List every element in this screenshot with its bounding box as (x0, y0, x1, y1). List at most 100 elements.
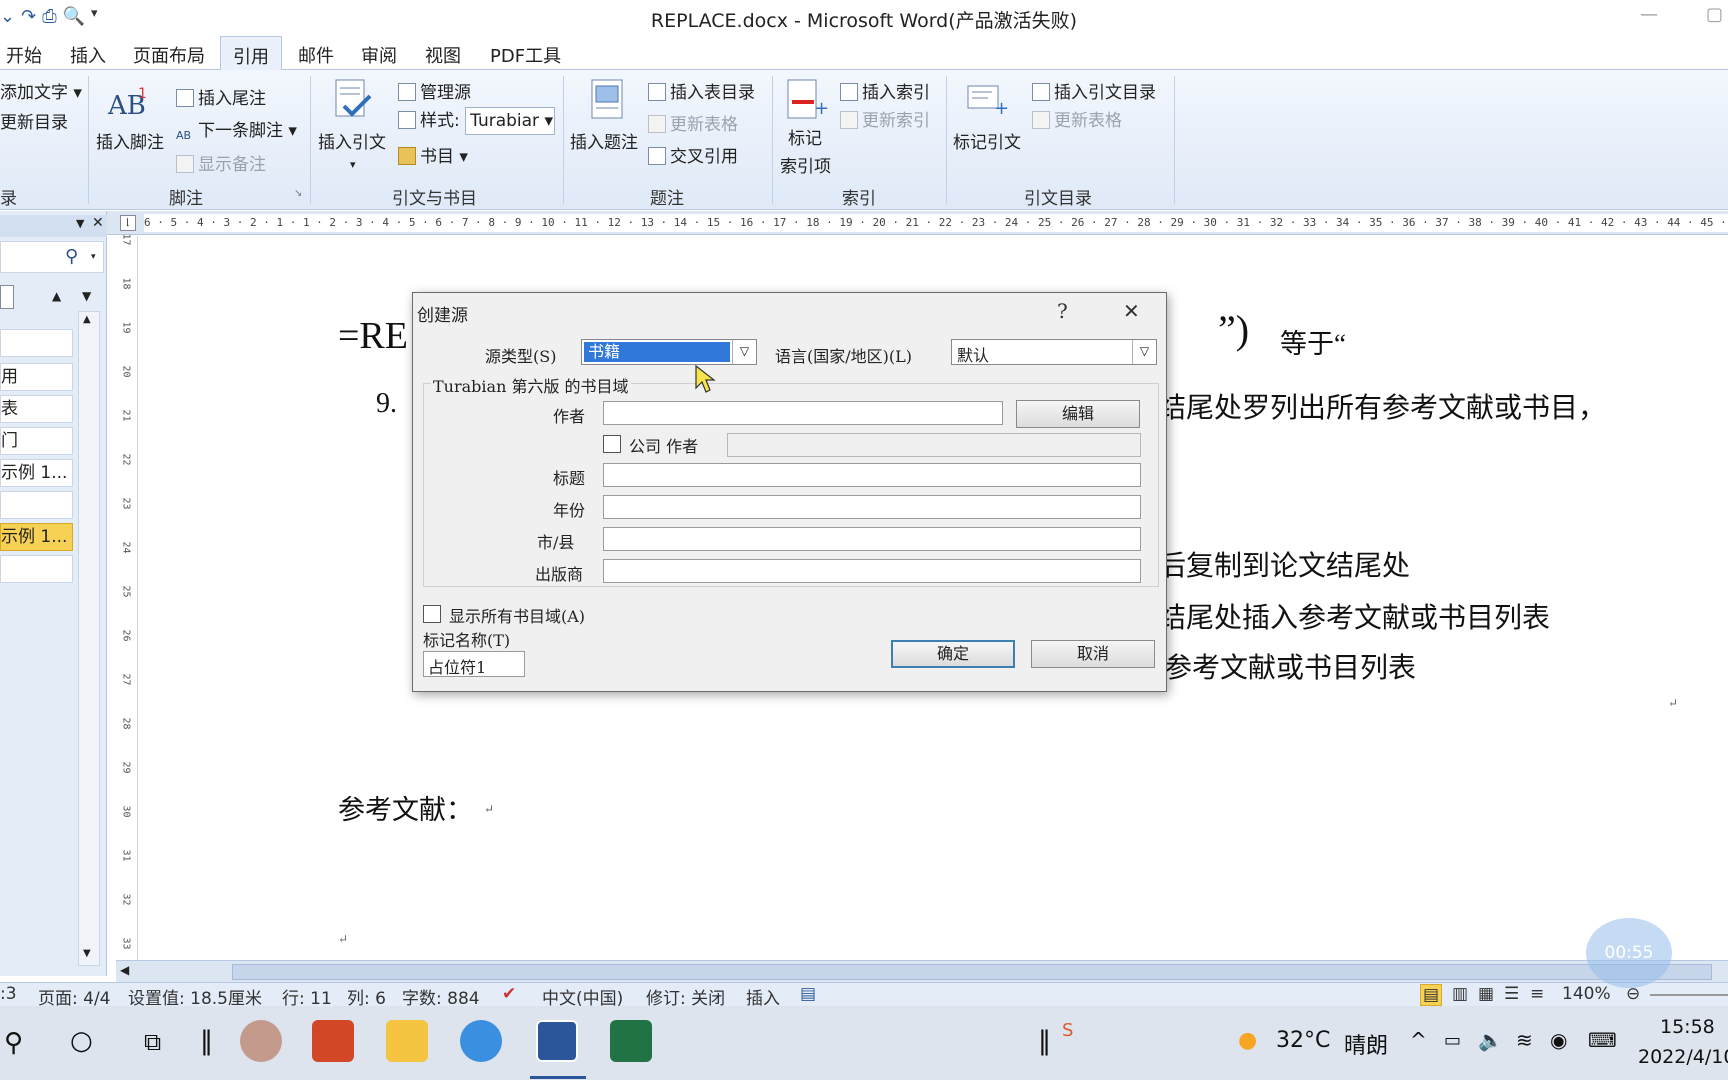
footnote-dialog-launcher-icon[interactable]: ↘ (294, 188, 302, 199)
tray-expand-icon[interactable]: ^ (1410, 1028, 1427, 1052)
weather-temperature[interactable]: 32°C (1276, 1028, 1330, 1053)
print-preview-icon[interactable]: 🔍 (63, 6, 85, 27)
zoom-slider[interactable] (1650, 994, 1728, 996)
ok-button[interactable]: 确定 (891, 640, 1015, 668)
style-selector[interactable]: 样式: Turabiar ▾ (398, 106, 556, 135)
powerpoint-icon[interactable] (312, 1020, 354, 1062)
scroll-up-icon[interactable]: ▲ (83, 314, 91, 325)
nav-down-icon[interactable]: ▼ (82, 289, 91, 303)
outline-view-icon[interactable]: ☰ (1504, 984, 1519, 1004)
nav-scrollbar[interactable]: ▲ ▼ (78, 311, 100, 966)
nav-item[interactable]: 示例 1... (0, 459, 73, 487)
zoom-level[interactable]: 140% (1562, 984, 1611, 1004)
insert-caption-icon[interactable] (586, 78, 630, 122)
scrollbar-thumb[interactable] (232, 964, 1712, 980)
search-icon[interactable]: ⚲ (4, 1028, 23, 1058)
nav-item[interactable] (0, 555, 73, 583)
print-layout-view-icon[interactable]: ▤ (1420, 984, 1443, 1006)
insert-footnote-button[interactable]: 插入脚注 (96, 128, 164, 153)
insert-citation-dropdown-icon[interactable]: ▾ (350, 158, 356, 171)
nav-close-icon[interactable]: ✕ (92, 215, 104, 231)
nav-up-icon[interactable]: ▲ (52, 289, 61, 303)
close-icon[interactable]: ✕ (1123, 299, 1140, 323)
nav-item[interactable]: 用 (0, 363, 73, 391)
vertical-ruler[interactable]: 17 18 19 20 21 22 23 24 25 26 27 28 29 30 31 32 33 (116, 233, 138, 960)
mark-citation-button[interactable]: 标记引文 (953, 128, 1021, 153)
insert-table-of-figures-button[interactable]: 插入表目录 (648, 78, 755, 103)
word-icon[interactable] (536, 1020, 578, 1062)
search-icon[interactable]: ⚲ (65, 246, 78, 267)
nav-dropdown-icon[interactable]: ▼ (76, 217, 84, 230)
tab-home[interactable]: 开始 (6, 42, 42, 68)
scroll-down-icon[interactable]: ▼ (83, 948, 91, 959)
cancel-button[interactable]: 取消 (1031, 640, 1155, 668)
macro-icon[interactable]: ▤ (800, 984, 816, 1004)
excel-icon[interactable] (610, 1020, 652, 1062)
year-input[interactable] (603, 495, 1141, 519)
section-indicator[interactable]: :3 (0, 984, 17, 1004)
undo-icon[interactable]: ⌄ (0, 6, 15, 27)
web-view-icon[interactable]: ▦ (1478, 984, 1494, 1004)
nav-item-selected[interactable]: 示例 1... (0, 523, 73, 551)
maximize-icon[interactable]: ▢ (1706, 4, 1723, 25)
customize-toolbar-icon[interactable]: ▾ (91, 6, 98, 27)
show-all-fields-checkbox[interactable] (423, 605, 441, 623)
qq-icon[interactable]: ◉ (1550, 1028, 1567, 1052)
nav-item[interactable] (0, 329, 73, 357)
publisher-input[interactable] (603, 559, 1141, 583)
weather-description[interactable]: 晴朗 (1344, 1028, 1388, 1060)
minimize-icon[interactable]: — (1640, 4, 1658, 25)
avatar-app-icon[interactable] (240, 1020, 282, 1062)
add-text-button[interactable]: 添加文字 ▾ (0, 78, 82, 103)
insert-citation-button[interactable]: 插入引文 (318, 128, 386, 153)
city-input[interactable] (603, 527, 1141, 551)
horizontal-scrollbar[interactable]: ◀ (116, 960, 1728, 982)
language-select[interactable]: 默认 ▽ (951, 339, 1157, 365)
tab-insert[interactable]: 插入 (70, 42, 106, 68)
input-method-icon[interactable]: S (1062, 1020, 1073, 1041)
insert-toa-button[interactable]: 插入引文目录 (1032, 78, 1156, 103)
mark-entry-icon[interactable]: + (784, 78, 828, 122)
insert-footnote-icon[interactable]: AB 1 (106, 80, 150, 124)
nav-headings-tab-icon[interactable] (0, 285, 14, 309)
horizontal-ruler[interactable]: ⌊ 6 · 5 · 4 · 3 · 2 · 1 · 1 · 2 · 3 · 4 … (0, 211, 1728, 235)
proofing-icon[interactable]: ✔ (502, 984, 516, 1004)
update-toc-button[interactable]: 更新目录 (0, 108, 68, 133)
reading-view-icon[interactable]: ▥ (1452, 984, 1468, 1004)
weather-icon[interactable]: ● (1238, 1028, 1257, 1053)
corporate-author-checkbox[interactable] (603, 435, 621, 453)
wifi-icon[interactable]: ≋ (1516, 1028, 1533, 1052)
nav-item[interactable]: 门 (0, 427, 73, 455)
insert-endnote-button[interactable]: 插入尾注 (176, 84, 266, 109)
nav-search-box[interactable]: ⚲ ▾ (0, 241, 104, 273)
cross-reference-button[interactable]: 交叉引用 (648, 142, 738, 167)
print-icon[interactable]: ⎙ (42, 6, 56, 27)
tag-name-input[interactable]: 占位符1 (423, 651, 525, 677)
author-input[interactable] (603, 401, 1003, 425)
mark-entry-button-line2[interactable]: 索引项 (780, 152, 831, 177)
tab-view[interactable]: 视图 (425, 42, 461, 68)
insert-citation-icon[interactable] (330, 78, 374, 122)
clock-date[interactable]: 2022/4/10 (1638, 1046, 1728, 1068)
redo-icon[interactable]: ↷ (21, 6, 36, 27)
battery-icon[interactable]: ▭ (1444, 1030, 1461, 1051)
tab-references[interactable]: 引用 (220, 36, 282, 71)
file-explorer-icon[interactable] (386, 1020, 428, 1062)
cortana-icon[interactable]: ○ (70, 1026, 93, 1056)
nav-item[interactable]: 表 (0, 395, 73, 423)
edit-button[interactable]: 编辑 (1016, 400, 1140, 428)
scroll-left-icon[interactable]: ◀ (120, 963, 129, 977)
mark-citation-icon[interactable]: + (966, 78, 1010, 122)
insert-caption-button[interactable]: 插入题注 (570, 128, 638, 153)
source-type-select[interactable]: 书籍 ▽ (581, 339, 757, 365)
tab-mailings[interactable]: 邮件 (298, 42, 334, 68)
title-input[interactable] (603, 463, 1141, 487)
mark-entry-button[interactable]: 标记 (788, 128, 822, 150)
task-view-icon[interactable]: ⧉ (144, 1028, 161, 1056)
insert-index-button[interactable]: 插入索引 (840, 78, 930, 103)
clock-time[interactable]: 15:58 (1660, 1016, 1715, 1038)
keyboard-icon[interactable]: ⌨ (1588, 1028, 1617, 1052)
tab-pdf-tools[interactable]: PDF工具 (490, 42, 561, 68)
tab-review[interactable]: 审阅 (361, 42, 397, 68)
volume-icon[interactable]: 🔈 (1478, 1028, 1503, 1052)
